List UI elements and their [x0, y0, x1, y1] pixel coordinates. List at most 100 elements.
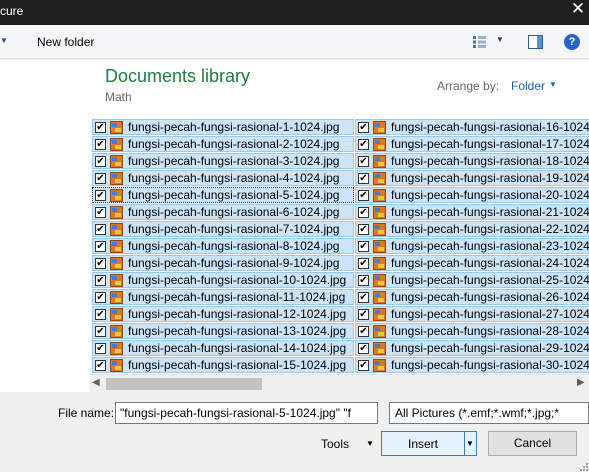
checkbox[interactable]: ✔: [95, 173, 106, 184]
file-item[interactable]: ✔ fungsi-pecah-fungsi-rasional-1-1024.jpg: [92, 119, 354, 135]
image-file-icon: [110, 308, 123, 321]
file-name: fungsi-pecah-fungsi-rasional-18-1024: [391, 154, 589, 168]
cancel-button[interactable]: Cancel: [488, 431, 577, 456]
insert-dropdown-icon[interactable]: ▼: [466, 439, 474, 448]
file-item[interactable]: ✔ fungsi-pecah-fungsi-rasional-14-1024.jp…: [92, 340, 354, 356]
file-item[interactable]: ✔ fungsi-pecah-fungsi-rasional-7-1024.jpg: [92, 221, 354, 237]
file-item[interactable]: ✔ fungsi-pecah-fungsi-rasional-9-1024.jpg: [92, 255, 354, 271]
file-name: fungsi-pecah-fungsi-rasional-16-1024: [391, 120, 589, 134]
file-item[interactable]: ✔ fungsi-pecah-fungsi-rasional-30-1024: [355, 357, 589, 373]
checkbox[interactable]: ✔: [358, 139, 369, 150]
checkbox[interactable]: ✔: [358, 224, 369, 235]
file-item[interactable]: ✔ fungsi-pecah-fungsi-rasional-6-1024.jpg: [92, 204, 354, 220]
file-item[interactable]: ✔ fungsi-pecah-fungsi-rasional-29-1024: [355, 340, 589, 356]
file-item[interactable]: ✔ fungsi-pecah-fungsi-rasional-16-1024: [355, 119, 589, 135]
checkbox[interactable]: ✔: [95, 258, 106, 269]
file-type-select[interactable]: All Pictures (*.emf;*.wmf;*.jpg;*: [389, 402, 589, 424]
file-item[interactable]: ✔ fungsi-pecah-fungsi-rasional-15-1024.jp…: [92, 357, 354, 373]
organize-dropdown-icon[interactable]: ▼: [0, 36, 8, 45]
tools-button[interactable]: Tools: [321, 437, 349, 451]
arrange-by-dropdown[interactable]: Folder: [511, 79, 545, 93]
checkbox[interactable]: ✔: [358, 207, 369, 218]
file-item[interactable]: ✔ fungsi-pecah-fungsi-rasional-8-1024.jpg: [92, 238, 354, 254]
horizontal-scrollbar[interactable]: ◀ ▶: [90, 374, 589, 392]
checkbox[interactable]: ✔: [95, 275, 106, 286]
file-item[interactable]: ✔ fungsi-pecah-fungsi-rasional-10-1024.jp…: [92, 272, 354, 288]
checkbox[interactable]: ✔: [95, 309, 106, 320]
file-item[interactable]: ✔ fungsi-pecah-fungsi-rasional-20-1024: [355, 187, 589, 203]
checkbox[interactable]: ✔: [95, 292, 106, 303]
new-folder-button[interactable]: New folder: [37, 35, 94, 49]
checkbox[interactable]: ✔: [358, 326, 369, 337]
checkbox[interactable]: ✔: [358, 258, 369, 269]
preview-pane-icon[interactable]: [528, 35, 543, 49]
file-name: fungsi-pecah-fungsi-rasional-6-1024.jpg: [128, 205, 340, 219]
checkbox[interactable]: ✔: [95, 207, 106, 218]
file-item[interactable]: ✔ fungsi-pecah-fungsi-rasional-27-1024: [355, 306, 589, 322]
file-item[interactable]: ✔ fungsi-pecah-fungsi-rasional-22-1024: [355, 221, 589, 237]
checkbox[interactable]: ✔: [95, 156, 106, 167]
image-file-icon: [110, 274, 123, 287]
file-item[interactable]: ✔ fungsi-pecah-fungsi-rasional-19-1024: [355, 170, 589, 186]
checkbox[interactable]: ✔: [95, 343, 106, 354]
scrollbar-thumb[interactable]: [106, 378, 262, 390]
file-item[interactable]: ✔ fungsi-pecah-fungsi-rasional-21-1024: [355, 204, 589, 220]
checkbox[interactable]: ✔: [95, 360, 106, 371]
scroll-left-icon[interactable]: ◀: [92, 377, 100, 388]
checkbox[interactable]: ✔: [358, 173, 369, 184]
title-bar[interactable]: cure ✕: [0, 0, 589, 25]
checkbox[interactable]: ✔: [358, 122, 369, 133]
file-name: fungsi-pecah-fungsi-rasional-21-1024: [391, 205, 589, 219]
file-item[interactable]: ✔ fungsi-pecah-fungsi-rasional-11-1024.jp…: [92, 289, 354, 305]
file-item[interactable]: ✔ fungsi-pecah-fungsi-rasional-3-1024.jpg: [92, 153, 354, 169]
image-file-icon: [110, 223, 123, 236]
file-item[interactable]: ✔ fungsi-pecah-fungsi-rasional-24-1024: [355, 255, 589, 271]
file-item[interactable]: ✔ fungsi-pecah-fungsi-rasional-12-1024.jp…: [92, 306, 354, 322]
resize-grip-icon[interactable]: [579, 462, 588, 471]
file-item[interactable]: ✔ fungsi-pecah-fungsi-rasional-26-1024: [355, 289, 589, 305]
checkbox[interactable]: ✔: [95, 326, 106, 337]
file-item[interactable]: ✔ fungsi-pecah-fungsi-rasional-17-1024: [355, 136, 589, 152]
file-item[interactable]: ✔ fungsi-pecah-fungsi-rasional-13-1024.jp…: [92, 323, 354, 339]
file-item[interactable]: ✔ fungsi-pecah-fungsi-rasional-2-1024.jpg: [92, 136, 354, 152]
file-item[interactable]: ✔ fungsi-pecah-fungsi-rasional-23-1024: [355, 238, 589, 254]
file-item[interactable]: ✔ fungsi-pecah-fungsi-rasional-4-1024.jpg: [92, 170, 354, 186]
close-icon[interactable]: ✕: [567, 0, 589, 22]
view-options-icon[interactable]: [473, 36, 486, 48]
image-file-icon: [110, 172, 123, 185]
checkbox[interactable]: ✔: [95, 122, 106, 133]
chevron-down-icon[interactable]: ▼: [549, 80, 557, 89]
image-file-icon: [373, 121, 386, 134]
tools-dropdown-icon[interactable]: ▼: [366, 439, 374, 448]
checkbox[interactable]: ✔: [358, 156, 369, 167]
file-name: fungsi-pecah-fungsi-rasional-25-1024: [391, 273, 589, 287]
file-name-input[interactable]: "fungsi-pecah-fungsi-rasional-5-1024.jpg…: [115, 402, 378, 424]
checkbox[interactable]: ✔: [358, 275, 369, 286]
file-item[interactable]: ✔ fungsi-pecah-fungsi-rasional-5-1024.jpg: [92, 187, 354, 203]
file-name: fungsi-pecah-fungsi-rasional-24-1024: [391, 256, 589, 270]
file-name-label: File name:: [58, 406, 115, 420]
file-item[interactable]: ✔ fungsi-pecah-fungsi-rasional-28-1024: [355, 323, 589, 339]
checkbox[interactable]: ✔: [358, 241, 369, 252]
checkbox[interactable]: ✔: [358, 343, 369, 354]
view-dropdown-icon[interactable]: ▼: [496, 35, 504, 44]
checkbox[interactable]: ✔: [95, 139, 106, 150]
checkbox[interactable]: ✔: [358, 360, 369, 371]
image-file-icon: [110, 240, 123, 253]
image-file-icon: [110, 359, 123, 372]
file-item[interactable]: ✔ fungsi-pecah-fungsi-rasional-18-1024: [355, 153, 589, 169]
checkbox[interactable]: ✔: [95, 190, 106, 201]
scroll-right-icon[interactable]: ▶: [577, 377, 585, 388]
window-title: cure: [0, 4, 24, 18]
help-icon[interactable]: ?: [564, 34, 580, 50]
checkbox[interactable]: ✔: [358, 292, 369, 303]
navigation-pane[interactable]: [0, 60, 90, 392]
file-item[interactable]: ✔ fungsi-pecah-fungsi-rasional-25-1024: [355, 272, 589, 288]
insert-button[interactable]: Insert ▼: [381, 431, 477, 456]
file-name: fungsi-pecah-fungsi-rasional-7-1024.jpg: [128, 222, 340, 236]
checkbox[interactable]: ✔: [358, 190, 369, 201]
checkbox[interactable]: ✔: [358, 309, 369, 320]
file-name: fungsi-pecah-fungsi-rasional-27-1024: [391, 307, 589, 321]
checkbox[interactable]: ✔: [95, 241, 106, 252]
checkbox[interactable]: ✔: [95, 224, 106, 235]
